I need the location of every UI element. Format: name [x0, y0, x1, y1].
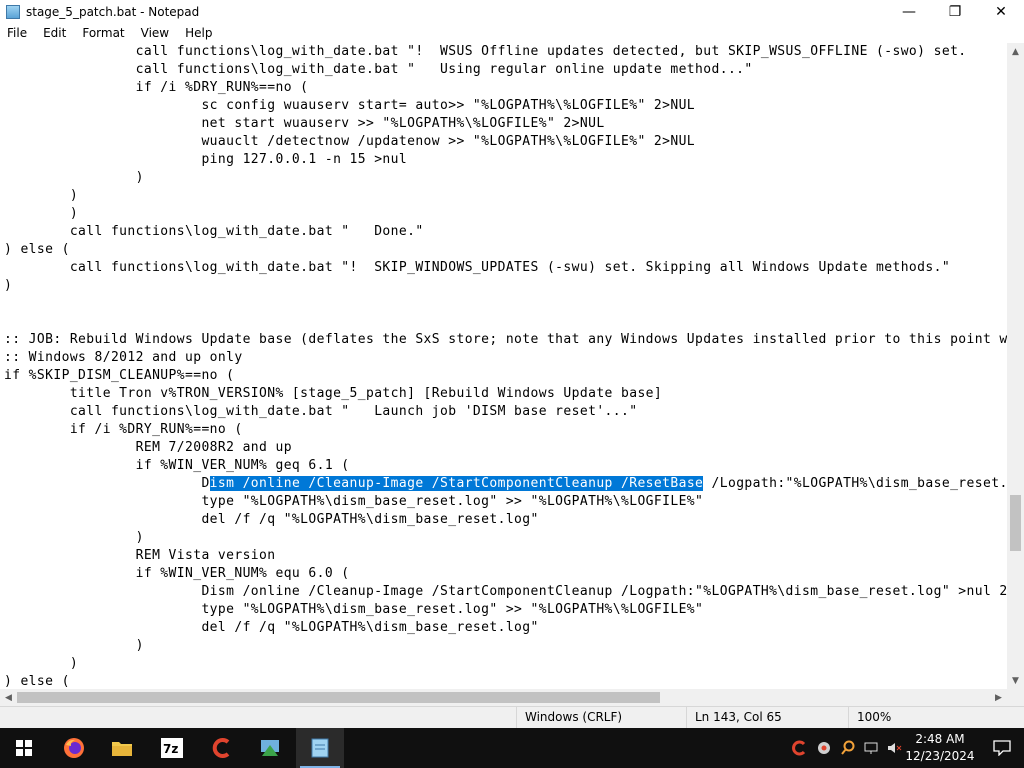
code-line[interactable]: if %WIN_VER_NUM% geq 6.1 (	[4, 457, 1007, 475]
code-line[interactable]: REM Vista version	[4, 547, 1007, 565]
menu-help[interactable]: Help	[177, 23, 220, 43]
folder-icon	[112, 742, 132, 756]
menu-view[interactable]: View	[133, 23, 177, 43]
window-title: stage_5_patch.bat - Notepad	[26, 4, 200, 19]
taskbar: 7z 2:48 AM 12/23/2024	[0, 728, 1024, 768]
code-line[interactable]: )	[4, 655, 1007, 673]
horizontal-scroll-thumb[interactable]	[17, 692, 660, 703]
code-line[interactable]	[4, 295, 1007, 313]
code-line[interactable]: ping 127.0.0.1 -n 15 >nul	[4, 151, 1007, 169]
code-line[interactable]: :: JOB: Rebuild Windows Update base (def…	[4, 331, 1007, 349]
code-line[interactable]: )	[4, 529, 1007, 547]
vertical-scrollbar[interactable]: ▲ ▼	[1007, 43, 1024, 689]
clock-time: 2:48 AM	[915, 732, 965, 746]
code-line[interactable]: Dism /online /Cleanup-Image /StartCompon…	[4, 475, 1007, 493]
scroll-right-icon[interactable]: ▶	[990, 689, 1007, 706]
code-line[interactable]: call functions\log_with_date.bat "! WSUS…	[4, 43, 1007, 61]
notepad-app-icon	[6, 4, 20, 19]
text-editor[interactable]: call functions\log_with_date.bat "! WSUS…	[0, 43, 1007, 689]
code-line[interactable]: call functions\log_with_date.bat " Done.…	[4, 223, 1007, 241]
code-line[interactable]: REM 7/2008R2 and up	[4, 439, 1007, 457]
system-clock[interactable]: 2:48 AM 12/23/2024	[905, 731, 975, 765]
scroll-down-icon[interactable]: ▼	[1007, 672, 1024, 689]
code-line[interactable]: Dism /online /Cleanup-Image /StartCompon…	[4, 583, 1007, 601]
selected-text[interactable]: ism /online /Cleanup-Image /StartCompone…	[209, 476, 704, 491]
code-line[interactable]: net start wuauserv >> "%LOGPATH%\%LOGFIL…	[4, 115, 1007, 133]
code-line[interactable]	[4, 313, 1007, 331]
minimize-button[interactable]: —	[886, 0, 932, 23]
status-zoom: 100%	[848, 707, 1017, 728]
network-tool-icon	[261, 740, 279, 756]
volume-muted-icon[interactable]	[885, 739, 903, 757]
network-icon[interactable]	[862, 739, 880, 757]
title-bar: stage_5_patch.bat - Notepad — ❐ ✕	[0, 0, 1024, 23]
code-line[interactable]: )	[4, 637, 1007, 655]
status-bar: Windows (CRLF) Ln 143, Col 65 100%	[0, 706, 1024, 728]
code-line[interactable]: )	[4, 169, 1007, 187]
code-line[interactable]: call functions\log_with_date.bat " Launc…	[4, 403, 1007, 421]
ccleaner-icon	[212, 738, 230, 758]
taskbar-7zip[interactable]: 7z	[148, 728, 196, 768]
code-line[interactable]: del /f /q "%LOGPATH%\dism_base_reset.log…	[4, 511, 1007, 529]
code-line[interactable]: )	[4, 277, 1007, 295]
taskbar-ccleaner[interactable]	[198, 728, 246, 768]
code-line[interactable]: :: Windows 8/2012 and up only	[4, 349, 1007, 367]
code-line[interactable]: ) else (	[4, 673, 1007, 689]
editor-content[interactable]: call functions\log_with_date.bat "! WSUS…	[0, 43, 1007, 689]
scroll-up-icon[interactable]: ▲	[1007, 43, 1024, 60]
window-controls: — ❐ ✕	[886, 0, 1024, 23]
code-line[interactable]: if /i %DRY_RUN%==no (	[4, 421, 1007, 439]
taskbar-file-explorer[interactable]	[98, 728, 146, 768]
horizontal-scrollbar[interactable]: ◀ ▶	[0, 689, 1007, 706]
menu-format[interactable]: Format	[74, 23, 132, 43]
notepad-icon	[311, 738, 329, 758]
taskbar-notepad[interactable]	[296, 728, 344, 768]
code-line[interactable]: if %SKIP_DISM_CLEANUP%==no (	[4, 367, 1007, 385]
start-button[interactable]	[0, 728, 48, 768]
svg-text:7z: 7z	[163, 742, 178, 756]
settings-tray-icon[interactable]	[815, 739, 833, 757]
notification-center-icon[interactable]	[980, 728, 1024, 768]
scrollbar-corner	[1007, 689, 1024, 706]
code-line[interactable]: wuauclt /detectnow /updatenow >> "%LOGPA…	[4, 133, 1007, 151]
windows-logo-icon	[16, 740, 32, 756]
vertical-scroll-thumb[interactable]	[1010, 495, 1021, 551]
scroll-left-icon[interactable]: ◀	[0, 689, 17, 706]
code-line[interactable]: if %WIN_VER_NUM% equ 6.0 (	[4, 565, 1007, 583]
code-line[interactable]: type "%LOGPATH%\dism_base_reset.log" >> …	[4, 493, 1007, 511]
code-line[interactable]: call functions\log_with_date.bat " Using…	[4, 61, 1007, 79]
search-tray-icon[interactable]	[839, 739, 857, 757]
code-line[interactable]: call functions\log_with_date.bat "! SKIP…	[4, 259, 1007, 277]
code-line[interactable]: )	[4, 205, 1007, 223]
7zip-icon: 7z	[161, 738, 183, 758]
code-line[interactable]: del /f /q "%LOGPATH%\dism_base_reset.log…	[4, 619, 1007, 637]
close-button[interactable]: ✕	[978, 0, 1024, 23]
code-line[interactable]: sc config wuauserv start= auto>> "%LOGPA…	[4, 97, 1007, 115]
code-line[interactable]: type "%LOGPATH%\dism_base_reset.log" >> …	[4, 601, 1007, 619]
ccleaner-tray-icon[interactable]	[791, 739, 809, 757]
maximize-button[interactable]: ❐	[932, 0, 978, 23]
taskbar-firefox[interactable]	[50, 728, 98, 768]
menu-edit[interactable]: Edit	[35, 23, 74, 43]
firefox-icon	[64, 738, 84, 758]
status-encoding: Windows (CRLF)	[516, 707, 675, 728]
menu-file[interactable]: File	[0, 23, 35, 43]
code-line[interactable]: if /i %DRY_RUN%==no (	[4, 79, 1007, 97]
clock-date: 12/23/2024	[905, 749, 975, 763]
code-line[interactable]: ) else (	[4, 241, 1007, 259]
menu-bar: File Edit Format View Help	[0, 23, 1024, 43]
code-line[interactable]: )	[4, 187, 1007, 205]
status-cursor-position: Ln 143, Col 65	[686, 707, 845, 728]
code-line[interactable]: title Tron v%TRON_VERSION% [stage_5_patc…	[4, 385, 1007, 403]
taskbar-network-tool[interactable]	[246, 728, 294, 768]
